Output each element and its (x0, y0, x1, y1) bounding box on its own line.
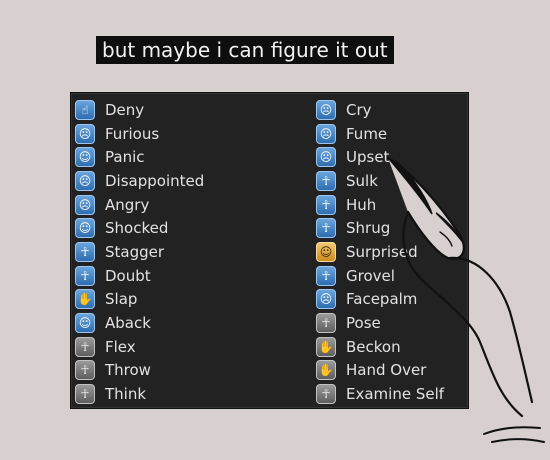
emote-label: Panic (105, 148, 145, 167)
emote-label: Grovel (346, 266, 395, 285)
emote-item-facepalm[interactable]: ☹ Facepalm (316, 288, 468, 312)
emote-label: Upset (346, 148, 390, 167)
emote-item-cry[interactable]: ☹ Cry (316, 98, 468, 122)
emote-item-hand-over[interactable]: ✋ Hand Over (316, 359, 468, 383)
emote-item-angry[interactable]: ☹ Angry (75, 193, 265, 217)
hand-over-icon: ✋ (316, 360, 336, 381)
emote-item-beckon[interactable]: ✋ Beckon (316, 335, 468, 359)
emote-item-fume[interactable]: ☹ Fume (316, 122, 468, 146)
emote-label: Huh (346, 195, 377, 214)
emote-item-sulk[interactable]: ☥ Sulk (316, 169, 468, 193)
emote-item-disappointed[interactable]: ☹ Disappointed (75, 169, 265, 193)
emote-label: Disappointed (105, 171, 205, 190)
emote-item-slap[interactable]: ✋ Slap (75, 288, 265, 312)
disappointed-icon: ☹ (75, 170, 95, 191)
emote-label: Pose (346, 314, 381, 333)
throw-icon: ☥ (75, 360, 95, 381)
emote-item-upset[interactable]: ☹ Upset (316, 145, 468, 169)
surprised-icon: ☺ (316, 241, 336, 262)
emote-label: Stagger (105, 242, 165, 261)
furious-icon: ☹ (75, 123, 95, 144)
emote-label: Examine Self (346, 385, 445, 404)
emote-item-examine-self[interactable]: ☥ Examine Self (316, 382, 468, 406)
emote-item-panic[interactable]: ☺ Panic (75, 145, 265, 169)
slap-icon: ✋ (75, 289, 95, 310)
cry-icon: ☹ (316, 99, 336, 120)
fume-icon: ☹ (316, 123, 336, 144)
huh-icon: ☥ (316, 194, 336, 215)
think-icon: ☥ (75, 384, 95, 405)
emote-label: Hand Over (346, 361, 427, 380)
emote-label: Furious (105, 124, 160, 143)
emote-item-huh[interactable]: ☥ Huh (316, 193, 468, 217)
emote-label: Angry (105, 195, 150, 214)
emote-label: Shocked (105, 219, 169, 238)
grovel-icon: ☥ (316, 265, 336, 286)
emote-item-deny[interactable]: ☝ Deny (75, 98, 265, 122)
stagger-icon: ☥ (75, 241, 95, 262)
emote-list-panel: ☝ Deny ☹ Furious ☺ Panic ☹ Disappointed ☹ Angry ☺ S… (70, 92, 469, 409)
emote-item-grovel[interactable]: ☥ Grovel (316, 264, 468, 288)
shrug-icon: ☥ (316, 218, 336, 239)
emote-item-shocked[interactable]: ☺ Shocked (75, 216, 265, 240)
emote-item-throw[interactable]: ☥ Throw (75, 359, 265, 383)
emote-item-stagger[interactable]: ☥ Stagger (75, 240, 265, 264)
sulk-icon: ☥ (316, 170, 336, 191)
emote-item-aback[interactable]: ☺ Aback (75, 311, 265, 335)
emote-item-surprised[interactable]: ☺ Surprised (316, 240, 468, 264)
beckon-icon: ✋ (316, 336, 336, 357)
emote-column-right: ☹ Cry ☹ Fume ☹ Upset ☥ Sulk ☥ Huh ☥ Shrug ☺ Surprised… (316, 98, 468, 406)
panic-icon: ☺ (75, 147, 95, 168)
emote-label: Throw (105, 361, 151, 380)
emote-label: Sulk (346, 171, 378, 190)
emote-label: Slap (105, 290, 138, 309)
emote-label: Think (105, 385, 147, 404)
examine-self-icon: ☥ (316, 384, 336, 405)
upset-icon: ☹ (316, 147, 336, 168)
flex-icon: ☥ (75, 336, 95, 357)
emote-label: Deny (105, 100, 145, 119)
angry-icon: ☹ (75, 194, 95, 215)
emote-label: Aback (105, 314, 151, 333)
emote-label: Facepalm (346, 290, 418, 309)
shocked-icon: ☺ (75, 218, 95, 239)
emote-item-flex[interactable]: ☥ Flex (75, 335, 265, 359)
emote-item-doubt[interactable]: ☥ Doubt (75, 264, 265, 288)
emote-item-furious[interactable]: ☹ Furious (75, 122, 265, 146)
emote-label: Surprised (346, 242, 418, 261)
emote-label: Cry (346, 100, 372, 119)
emote-label: Fume (346, 124, 388, 143)
emote-label: Shrug (346, 219, 391, 238)
aback-icon: ☺ (75, 313, 95, 334)
emote-item-think[interactable]: ☥ Think (75, 382, 265, 406)
emote-label: Beckon (346, 337, 401, 356)
facepalm-icon: ☹ (316, 289, 336, 310)
emote-column-left: ☝ Deny ☹ Furious ☺ Panic ☹ Disappointed ☹ Angry ☺ S… (75, 98, 265, 406)
emote-label: Flex (105, 337, 136, 356)
deny-icon: ☝ (75, 99, 95, 120)
pose-icon: ☥ (316, 313, 336, 334)
emote-item-pose[interactable]: ☥ Pose (316, 311, 468, 335)
emote-label: Doubt (105, 266, 151, 285)
caption-text: but maybe i can figure it out (96, 36, 394, 64)
emote-item-shrug[interactable]: ☥ Shrug (316, 216, 468, 240)
doubt-icon: ☥ (75, 265, 95, 286)
